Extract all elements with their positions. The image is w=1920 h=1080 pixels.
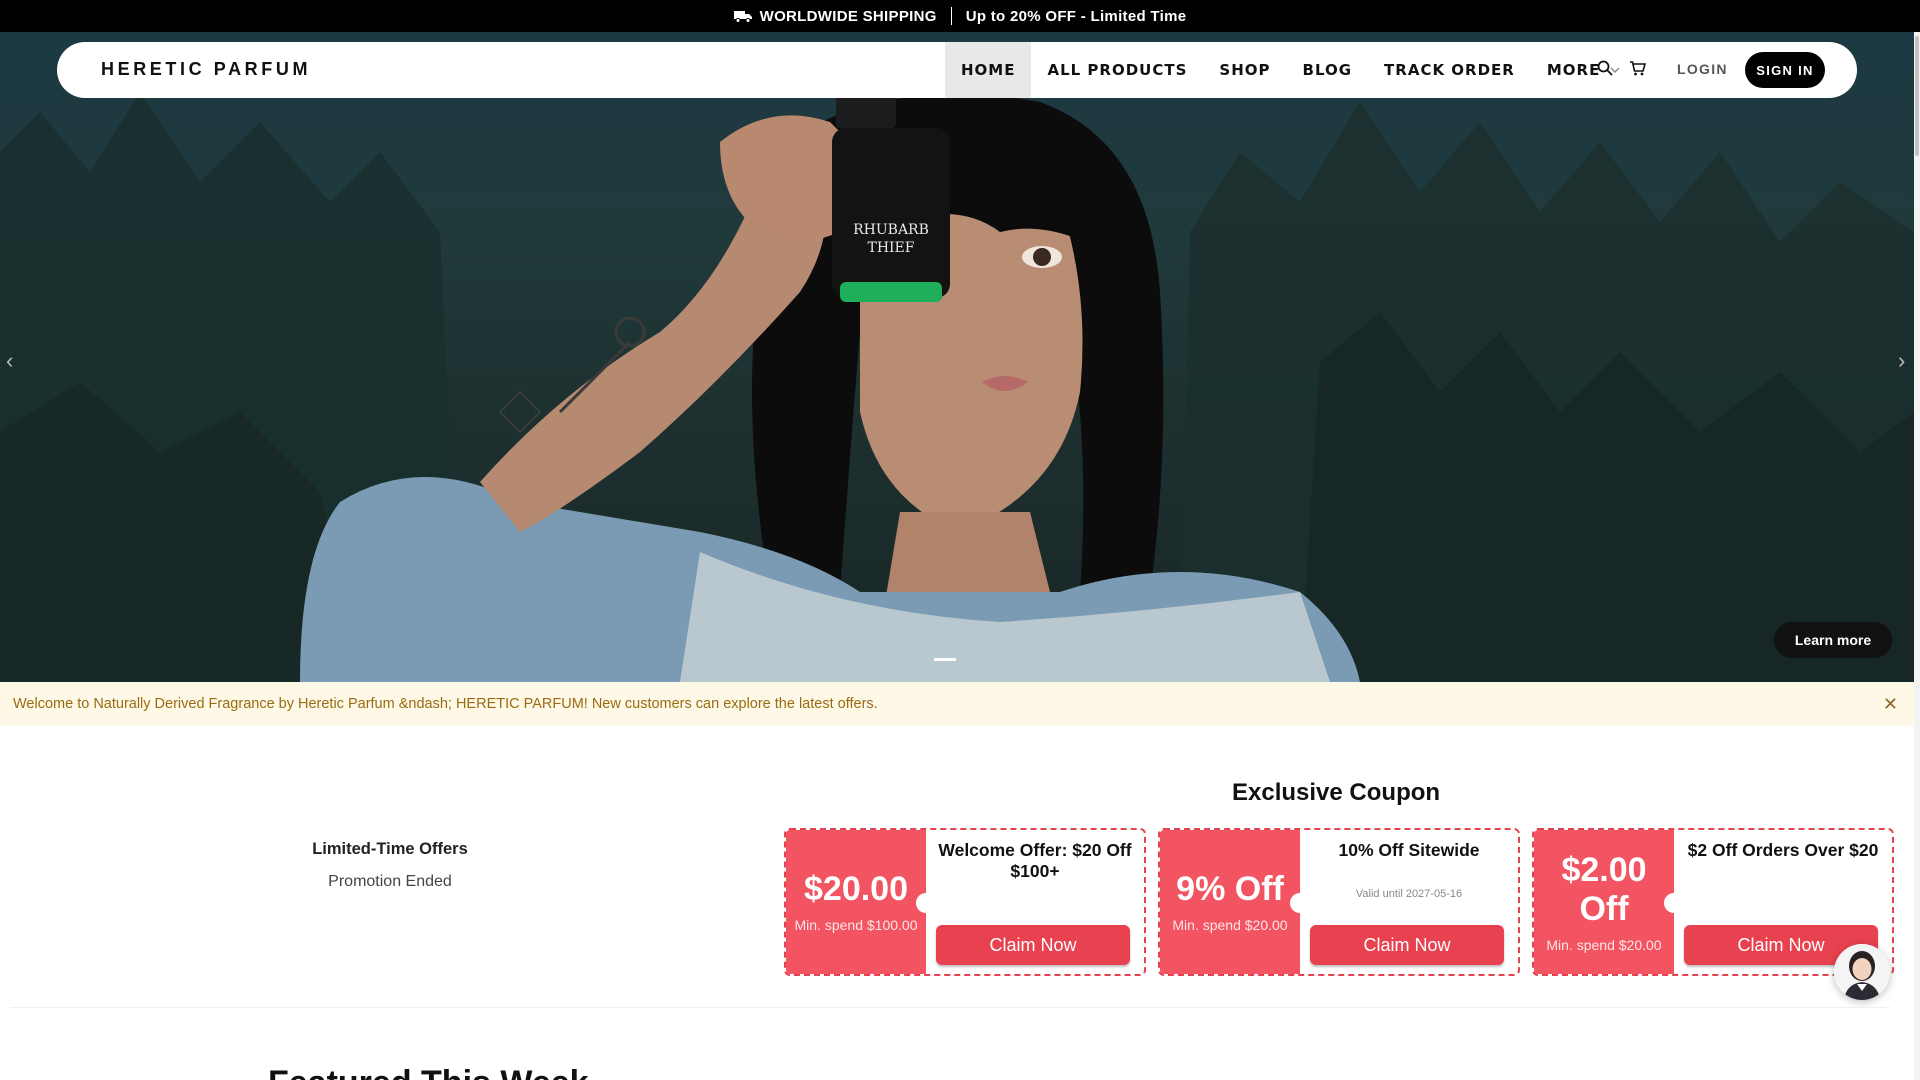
brand-logo[interactable]: HERETIC PARFUM [101,59,311,80]
coupon-card: 9% Off Min. spend $20.00 10% Off Sitewid… [1158,828,1520,976]
claim-now-button[interactable]: Claim Now [936,925,1130,965]
nav-all-products[interactable]: ALL PRODUCTS [1031,42,1203,98]
offers-title: Limited-Time Offers [312,840,468,858]
close-icon[interactable]: ✕ [1883,694,1898,715]
section-divider [10,1007,1890,1008]
carousel-indicator[interactable] [934,658,956,661]
divider [950,7,952,25]
nav-menu: HOME ALL PRODUCTS SHOP BLOG TRACK ORDER … [945,42,1636,98]
coupon-details: Welcome Offer: $20 Off $100+ Claim Now [926,830,1144,974]
nav-shop[interactable]: SHOP [1203,42,1286,98]
search-icon[interactable] [1597,60,1613,76]
bottle-label: RHUBARB [853,222,929,238]
shipping-text: WORLDWIDE SHIPPING [759,7,937,25]
promo-text: Up to 20% OFF - Limited Time [965,7,1187,25]
limited-time-offers: Limited-Time Offers Promotion Ended [270,840,510,891]
coupon-amount: $20.00 [804,870,908,909]
coupon-title: 10% Off Sitewide [1338,840,1480,860]
coupon-value-panel: $20.00 Min. spend $100.00 [786,830,926,974]
welcome-banner: Welcome to Naturally Derived Fragrance b… [0,682,1914,726]
nav-blog[interactable]: BLOG [1287,42,1369,98]
sign-in-button[interactable]: SIGN IN [1745,52,1825,88]
coupon-validity: Valid until 2027-05-16 [1355,888,1463,900]
announcement-bar: WORLDWIDE SHIPPING Up to 20% OFF - Limit… [0,0,1920,32]
truck-icon [733,11,752,23]
coupon-min-spend: Min. spend $100.00 [794,917,918,934]
login-link[interactable]: LOGIN [1677,61,1728,77]
coupon-card: $20.00 Min. spend $100.00 Welcome Offer:… [784,828,1146,976]
page-scrollbar[interactable] [1914,32,1920,1080]
offers-status: Promotion Ended [328,873,452,890]
coupon-title: Welcome Offer: $20 Off $100+ [938,840,1132,881]
coupon-value-panel: 9% Off Min. spend $20.00 [1160,830,1300,974]
cart-icon[interactable] [1629,60,1646,76]
carousel-next-icon[interactable]: › [1898,348,1905,374]
nav-track-order[interactable]: TRACK ORDER [1368,42,1531,98]
carousel-prev-icon[interactable]: ‹ [6,348,13,374]
featured-heading: Featured This Week [268,1064,589,1080]
nav-home[interactable]: HOME [945,42,1032,98]
agent-avatar-icon [1834,944,1890,1000]
main-nav: HERETIC PARFUM HOME ALL PRODUCTS SHOP BL… [57,42,1857,98]
hero-banner[interactable]: RHUBARB THIEF HERETIC PARFUM HOME ALL PR… [0,32,1914,682]
support-chat-avatar[interactable] [1834,944,1890,1000]
hero-image: RHUBARB THIEF [0,92,1914,682]
nav-icons [1597,60,1646,76]
coupon-amount: $2.00 Off [1561,850,1647,928]
bottle-label-2: THIEF [867,240,914,256]
claim-now-button[interactable]: Claim Now [1310,925,1504,965]
scrollbar-thumb[interactable] [1915,36,1919,156]
coupon-heading: Exclusive Coupon [1232,779,1441,806]
coupon-details: 10% Off Sitewide Valid until 2027-05-16 … [1300,830,1518,974]
nav-more-label: MORE [1546,61,1601,79]
learn-more-button[interactable]: Learn more [1774,622,1892,658]
coupon-value-panel: $2.00 Off Min. spend $20.00 [1534,830,1674,974]
coupon-amount: 9% Off [1176,870,1284,909]
welcome-message: Welcome to Naturally Derived Fragrance b… [13,696,878,712]
coupon-min-spend: Min. spend $20.00 [1172,917,1288,934]
coupon-title: $2 Off Orders Over $20 [1687,840,1879,860]
coupon-min-spend: Min. spend $20.00 [1546,936,1662,953]
